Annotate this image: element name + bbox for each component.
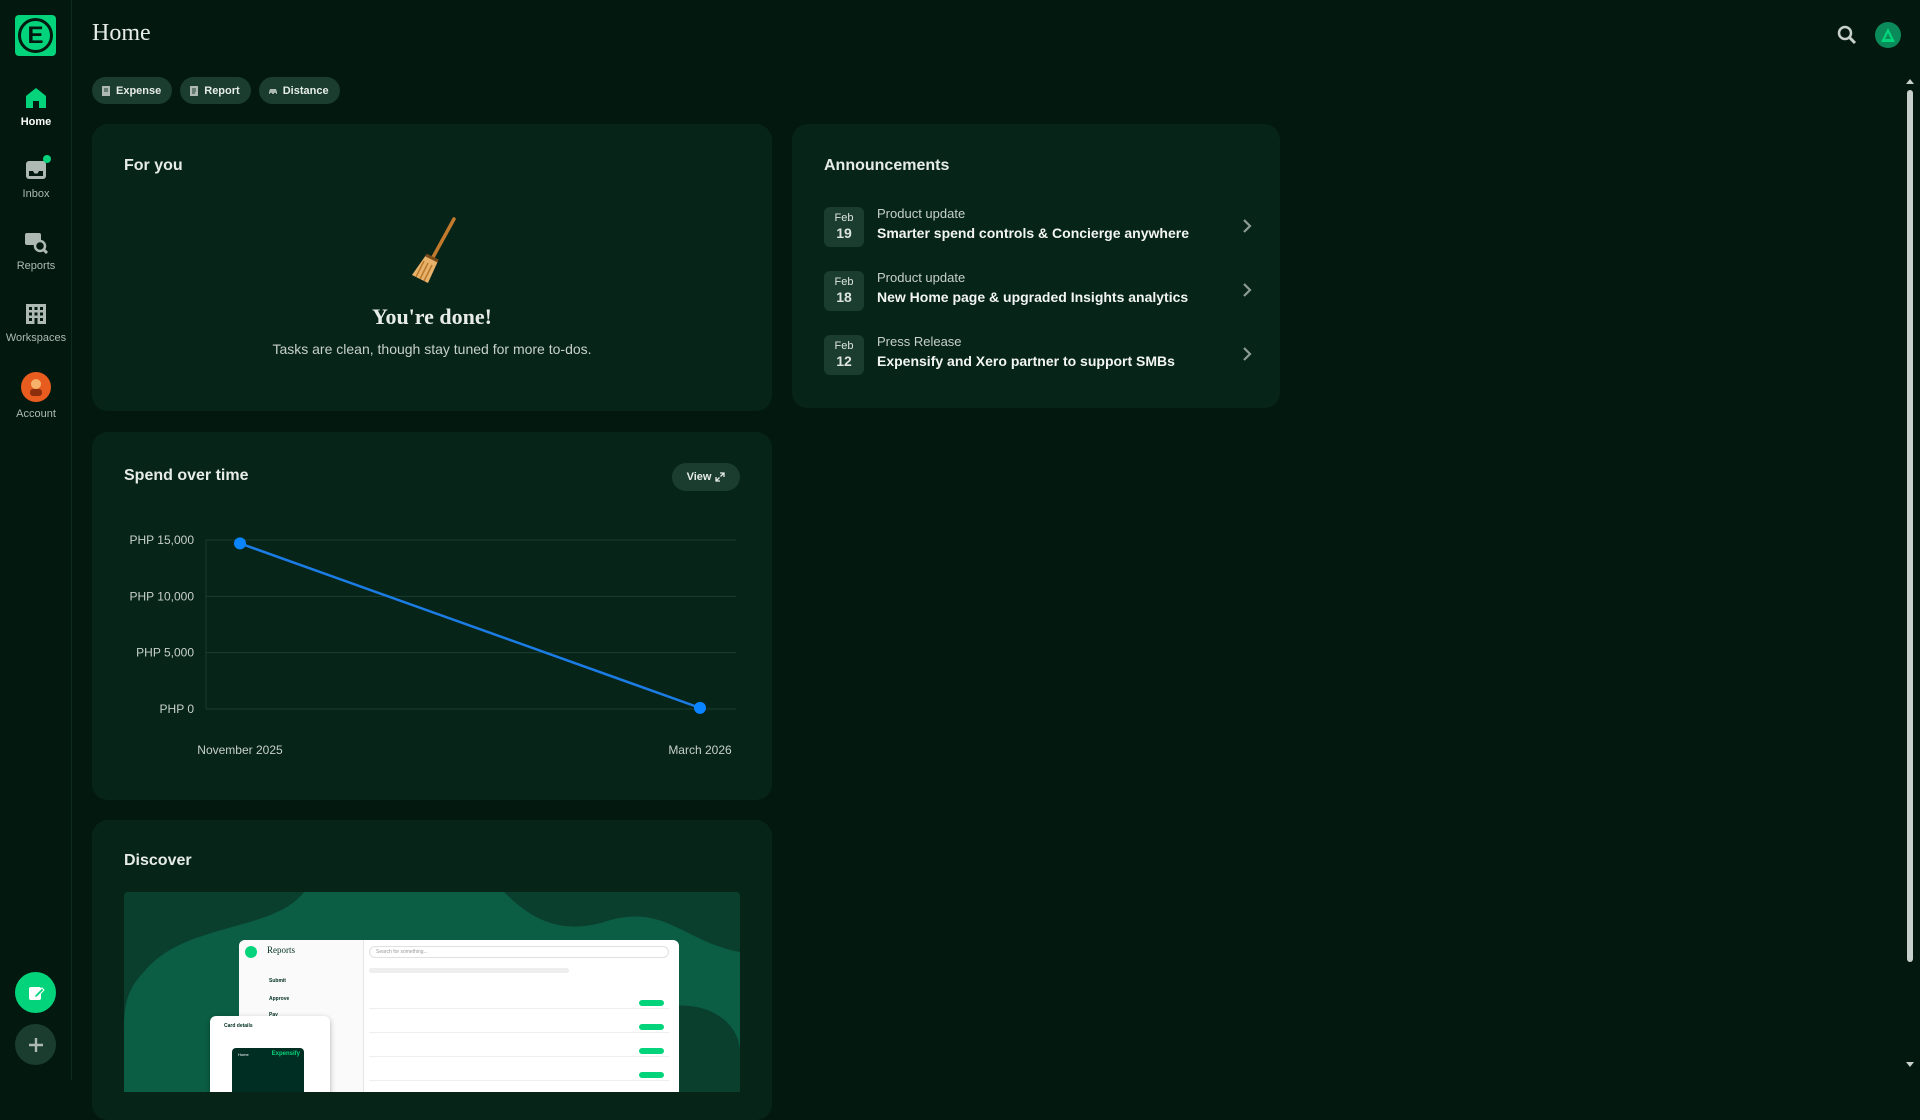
nav-reports-label: Reports (16, 260, 56, 272)
x-tick-label: March 2026 (668, 743, 732, 757)
data-point[interactable] (234, 537, 246, 550)
announcement-item[interactable]: Feb 19 Product update Smarter spend cont… (824, 206, 1254, 248)
announcement-type: Product update (877, 270, 966, 285)
preview-card: Home Expensify (232, 1048, 304, 1092)
plus-icon (28, 1037, 43, 1052)
preview-reports-title: Reports (267, 945, 295, 955)
announcements-card: Announcements Feb 19 Product update Smar… (792, 124, 1280, 408)
discover-card: Discover Reports Submit Approve Pay Sear… (92, 820, 772, 1120)
discover-title: Discover (124, 852, 192, 869)
scroll-down-icon[interactable] (1904, 1060, 1916, 1070)
preview-card-details-label: Card details (224, 1023, 253, 1029)
receipt-icon (102, 85, 110, 96)
left-nav: E Home Inbox Reports Workspaces Account (0, 0, 72, 1080)
search-icon[interactable] (1837, 25, 1857, 45)
x-tick-label: November 2025 (197, 743, 283, 757)
preview-logo (245, 946, 257, 958)
page-scrollbar[interactable] (1904, 72, 1916, 1072)
compose-icon (28, 986, 45, 1000)
nav-home[interactable]: Home (0, 86, 72, 128)
spend-over-time-card: Spend over time View PHP 15,000 PHP 10,00… (92, 432, 772, 800)
account-avatar-icon (21, 372, 51, 402)
y-tick-label: PHP 15,000 (130, 533, 195, 547)
preview-card-brand: Expensify (271, 1051, 300, 1057)
report-chip[interactable]: Report (180, 77, 251, 104)
inbox-icon (24, 155, 51, 182)
avatar-icon (1881, 28, 1895, 42)
announcement-date: Feb 12 (824, 335, 864, 375)
announcement-title: Expensify and Xero partner to support SM… (877, 353, 1175, 369)
create-button[interactable] (15, 1024, 56, 1065)
scroll-up-icon[interactable] (1904, 76, 1916, 86)
announcement-type: Product update (877, 206, 966, 221)
announcement-type: Press Release (877, 334, 962, 349)
spend-line-chart: PHP 15,000 PHP 10,000 PHP 5,000 PHP 0 Novemb… (130, 533, 736, 757)
document-icon (190, 85, 199, 96)
user-avatar[interactable] (1875, 22, 1901, 48)
quick-actions: Expense Report Distance (92, 77, 340, 104)
y-tick-label: PHP 0 (160, 702, 195, 716)
chevron-right-icon (1243, 347, 1252, 361)
announcement-day: 18 (836, 289, 852, 305)
done-title: You're done! (372, 304, 492, 329)
announcement-item[interactable]: Feb 12 Press Release Expensify and Xero … (824, 334, 1254, 376)
announcement-day: 19 (836, 225, 852, 241)
nav-account-label: Account (16, 408, 56, 420)
page-title: Home (92, 20, 151, 46)
expense-chip[interactable]: Expense (92, 77, 173, 104)
building-icon (24, 302, 48, 326)
expense-chip-label: Expense (116, 84, 162, 97)
announcement-title: New Home page & upgraded Insights analyt… (877, 289, 1189, 305)
nav-workspaces[interactable]: Workspaces (0, 302, 72, 344)
preview-table (369, 968, 669, 1081)
distance-chip-label: Distance (282, 84, 329, 97)
discover-image[interactable]: Reports Submit Approve Pay Search for so… (124, 892, 740, 1092)
new-chat-button[interactable] (15, 972, 56, 1013)
announcement-date: Feb 19 (824, 207, 864, 247)
car-icon (268, 88, 277, 95)
announcement-day: 12 (836, 353, 852, 369)
preview-submit: Submit (269, 978, 286, 984)
report-chip-label: Report (204, 84, 240, 97)
done-subtitle: Tasks are clean, though stay tuned for m… (272, 341, 592, 357)
nav-inbox[interactable]: Inbox (0, 155, 72, 200)
nav-reports[interactable]: Reports (0, 230, 72, 272)
announcement-month: Feb (834, 340, 854, 352)
for-you-title: For you (124, 157, 183, 174)
preview-approve: Approve (269, 996, 290, 1002)
nav-inbox-label: Inbox (22, 188, 50, 200)
announcement-month: Feb (834, 276, 854, 288)
announcement-month: Feb (834, 212, 854, 224)
scroll-thumb[interactable] (1907, 90, 1913, 962)
distance-chip[interactable]: Distance (258, 77, 340, 104)
announcements-title: Announcements (824, 157, 950, 174)
chevron-right-icon (1243, 283, 1252, 297)
announcement-date: Feb 18 (824, 271, 864, 311)
for-you-card: For you You're done! Tasks are clean, th… (92, 124, 772, 411)
home-icon (24, 86, 48, 110)
unread-dot (43, 155, 51, 163)
preview-card-details: Card details Home Expensify (210, 1016, 330, 1092)
expensify-logo[interactable]: E (15, 15, 56, 56)
reports-search-icon (24, 230, 49, 255)
announcement-item[interactable]: Feb 18 Product update New Home page & up… (824, 270, 1254, 312)
chevron-right-icon (1243, 219, 1252, 233)
series-line (239, 542, 701, 710)
preview-card-home: Home (238, 1052, 249, 1057)
nav-home-label: Home (20, 116, 52, 128)
data-point[interactable] (694, 701, 706, 714)
broom-icon (412, 217, 456, 283)
nav-workspaces-label: Workspaces (5, 332, 67, 344)
y-tick-label: PHP 10,000 (130, 589, 195, 603)
nav-account[interactable]: Account (0, 372, 72, 420)
y-tick-label: PHP 5,000 (136, 646, 194, 660)
preview-search: Search for something... (369, 946, 669, 958)
announcement-title: Smarter spend controls & Concierge anywh… (877, 225, 1189, 241)
